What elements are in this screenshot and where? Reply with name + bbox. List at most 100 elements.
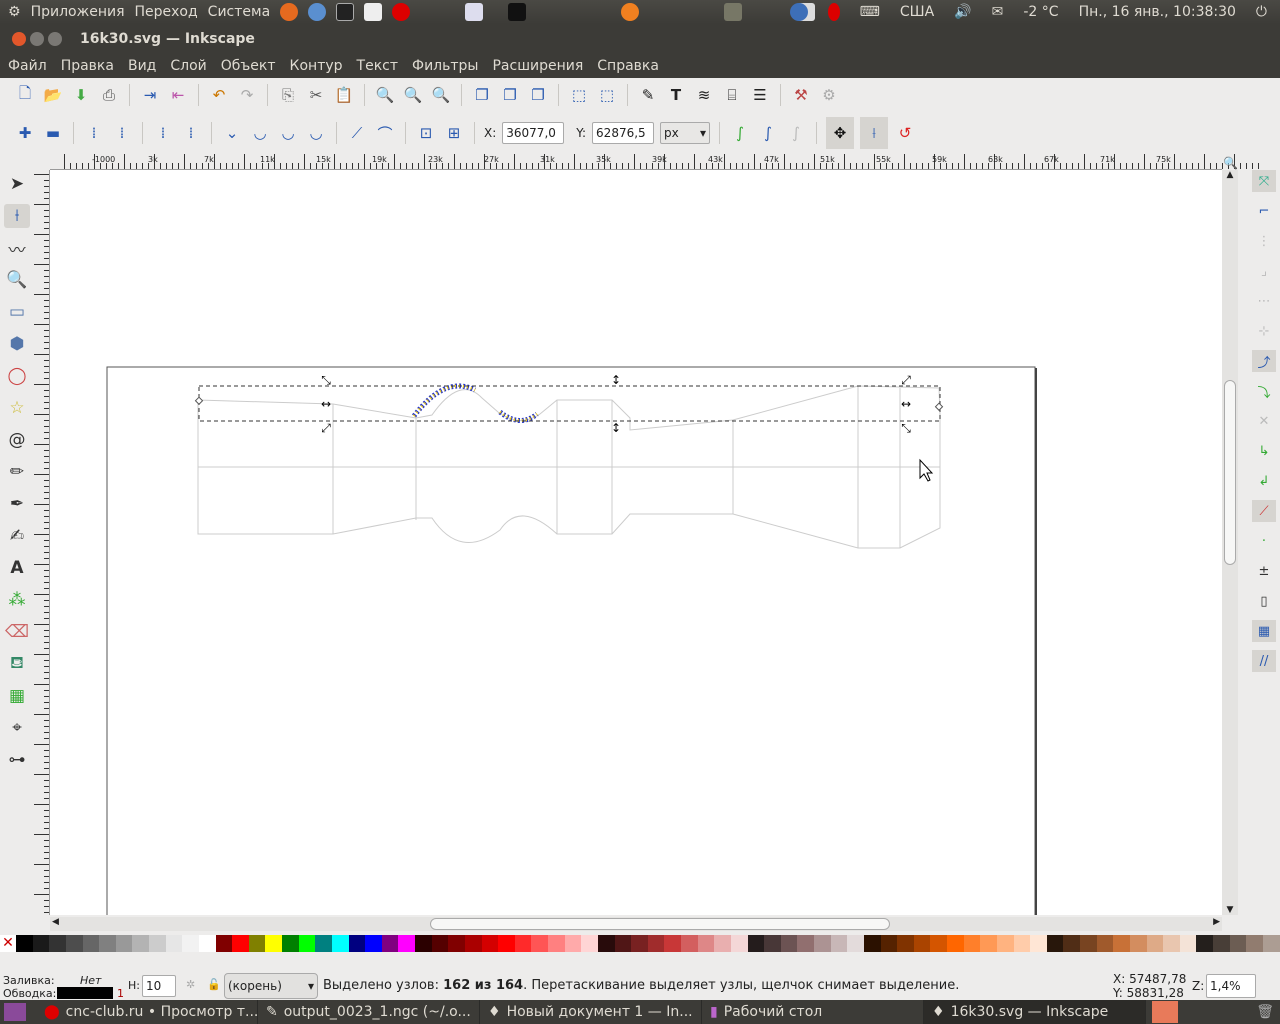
palette-swatch[interactable] (647, 935, 665, 952)
scroll-left-icon[interactable]: ◀ (52, 917, 59, 927)
task-inkscape-active[interactable]: ♦ 16k30.svg — Inkscape (924, 1000, 1146, 1024)
palette-swatch[interactable] (1179, 935, 1197, 952)
menu-layer[interactable]: Слой (170, 58, 206, 74)
palette-swatch[interactable] (16, 935, 33, 952)
pencil-tool-icon[interactable]: ✏ (4, 460, 30, 484)
rectangle-tool-icon[interactable]: ▭ (4, 300, 30, 324)
paste-icon[interactable]: 📋 (333, 84, 355, 106)
palette-swatch[interactable] (381, 935, 399, 952)
palette-swatch[interactable] (697, 935, 715, 952)
palette-swatch[interactable] (1129, 935, 1147, 952)
segment-line-icon[interactable]: ⟋ (346, 122, 368, 144)
palette-swatch[interactable] (1013, 935, 1031, 952)
palette-swatch[interactable] (248, 935, 266, 952)
redo-icon[interactable]: ↷ (236, 84, 258, 106)
scroll-down-icon[interactable]: ▼ (1222, 905, 1238, 915)
snap-centers-icon[interactable]: · (1252, 530, 1276, 552)
menu-help[interactable]: Справка (597, 58, 659, 74)
snap-bbox-icon[interactable]: ⌐ (1252, 200, 1276, 222)
menu-places[interactable]: Переход (135, 4, 198, 20)
palette-swatch[interactable] (215, 935, 233, 952)
zoom-selection-icon[interactable]: 🔍 (374, 84, 396, 106)
clippath-icon[interactable]: ∫ (757, 122, 779, 144)
palette-swatch[interactable] (514, 935, 532, 952)
palette-swatch[interactable] (913, 935, 931, 952)
insert-node-icon[interactable]: ✚ (14, 122, 36, 144)
menu-edit[interactable]: Правка (61, 58, 114, 74)
palette-swatch[interactable] (65, 935, 83, 952)
scroll-right-icon[interactable]: ▶ (1213, 917, 1220, 927)
next-path-effect-icon[interactable]: ∫ (729, 122, 751, 144)
duplicate-icon[interactable]: ❐ (471, 84, 493, 106)
palette-swatch[interactable] (1163, 935, 1180, 952)
opera-tray-icon[interactable] (827, 3, 840, 21)
layer-select[interactable]: (корень) ▾ (224, 973, 318, 999)
palette-swatch[interactable] (631, 935, 648, 952)
palette-swatch[interactable] (947, 935, 964, 952)
palette-swatch[interactable] (980, 935, 997, 952)
paint-bucket-tool-icon[interactable]: ⛾ (4, 652, 30, 676)
palette-swatch[interactable] (1046, 935, 1064, 952)
palette-swatch[interactable] (298, 935, 316, 952)
palette-swatch[interactable] (32, 935, 50, 952)
palette-swatch[interactable] (963, 935, 981, 952)
palette-swatch[interactable] (1262, 935, 1280, 952)
copy-icon[interactable]: ⎘ (277, 84, 299, 106)
palette-swatch[interactable] (1196, 935, 1213, 952)
palette-swatch[interactable] (1229, 935, 1247, 952)
palette-swatch[interactable] (996, 935, 1014, 952)
browser-icon[interactable] (308, 3, 327, 21)
text-tool-icon[interactable]: A (4, 556, 30, 580)
palette-swatch[interactable] (764, 935, 781, 952)
zoom-page-icon[interactable]: 🔍 (430, 84, 452, 106)
palette-swatch[interactable] (132, 935, 149, 952)
task-editor[interactable]: ✎ output_0023_1.ngc (~/.o... (258, 1000, 480, 1024)
snap-rotation-center-icon[interactable]: ± (1252, 560, 1276, 582)
new-icon[interactable]: 🗋 (14, 84, 36, 106)
calligraphy-tool-icon[interactable]: ✍ (4, 524, 30, 548)
transform-handles-icon[interactable]: ✥ (826, 117, 855, 149)
layer-lock-icon[interactable]: 🔓 (207, 978, 221, 991)
blender-icon[interactable] (621, 3, 640, 21)
zoom-tool-icon[interactable]: 🔍 (4, 268, 30, 292)
ellipse-tool-icon[interactable]: ◯ (4, 364, 30, 388)
delete-segment-icon[interactable]: ⁞ (180, 122, 202, 144)
connector-tool-icon[interactable]: ⊶ (4, 748, 30, 772)
break-path-icon[interactable]: ⁞ (111, 122, 133, 144)
scroll-up-icon[interactable]: ▲ (1222, 170, 1238, 180)
print-icon[interactable]: ⎙ (98, 84, 120, 106)
spray-tool-icon[interactable]: ⁂ (4, 588, 30, 612)
palette-swatch[interactable] (1213, 935, 1230, 952)
firefox-icon[interactable] (280, 3, 299, 21)
xml-editor-icon[interactable]: ⌸ (721, 84, 743, 106)
palette-swatch[interactable] (498, 935, 515, 952)
spiral-tool-icon[interactable]: @ (4, 428, 30, 452)
palette-swatch[interactable] (232, 935, 249, 952)
snap-smooth-icon[interactable]: ↲ (1252, 470, 1276, 492)
palette-swatch[interactable] (49, 935, 66, 952)
palette-swatch[interactable] (431, 935, 449, 952)
selector-tool-icon[interactable]: ➤ (4, 172, 30, 196)
palette-swatch[interactable] (863, 935, 881, 952)
eraser-tool-icon[interactable]: ⌫ (4, 620, 30, 644)
palette-swatch[interactable] (1096, 935, 1114, 952)
snap-bbox-corner-icon[interactable]: ⌟ (1252, 260, 1276, 282)
fill-stroke-icon[interactable]: ✎ (637, 84, 659, 106)
palette-swatch[interactable] (564, 935, 582, 952)
snap-bbox-edge-icon[interactable]: ⋮ (1252, 230, 1276, 252)
menu-applications[interactable]: Приложения (31, 4, 125, 20)
horizontal-ruler[interactable]: -1000 3k 7k 11k 15k 19k 23k 27k 31k 35k 39k 43k 47k 5… (50, 154, 1259, 170)
palette-swatch[interactable] (1030, 935, 1047, 952)
unit-select[interactable]: px ▾ (660, 122, 711, 144)
stroke-width[interactable]: 1 (117, 987, 124, 1000)
cut-icon[interactable]: ✂ (305, 84, 327, 106)
smooth-node-icon[interactable]: ◡ (249, 122, 271, 144)
snap-bbox-midpoint-icon[interactable]: ⋯ (1252, 290, 1276, 312)
palette-swatch[interactable] (747, 935, 765, 952)
palette-swatch[interactable] (365, 935, 382, 952)
inkscape-icon[interactable] (508, 3, 527, 21)
3d-box-tool-icon[interactable]: ⬢ (4, 332, 30, 356)
y-input[interactable]: 62876,5 (592, 122, 655, 144)
menu-view[interactable]: Вид (128, 58, 156, 74)
segment-curve-icon[interactable]: ⌒ (374, 122, 396, 144)
